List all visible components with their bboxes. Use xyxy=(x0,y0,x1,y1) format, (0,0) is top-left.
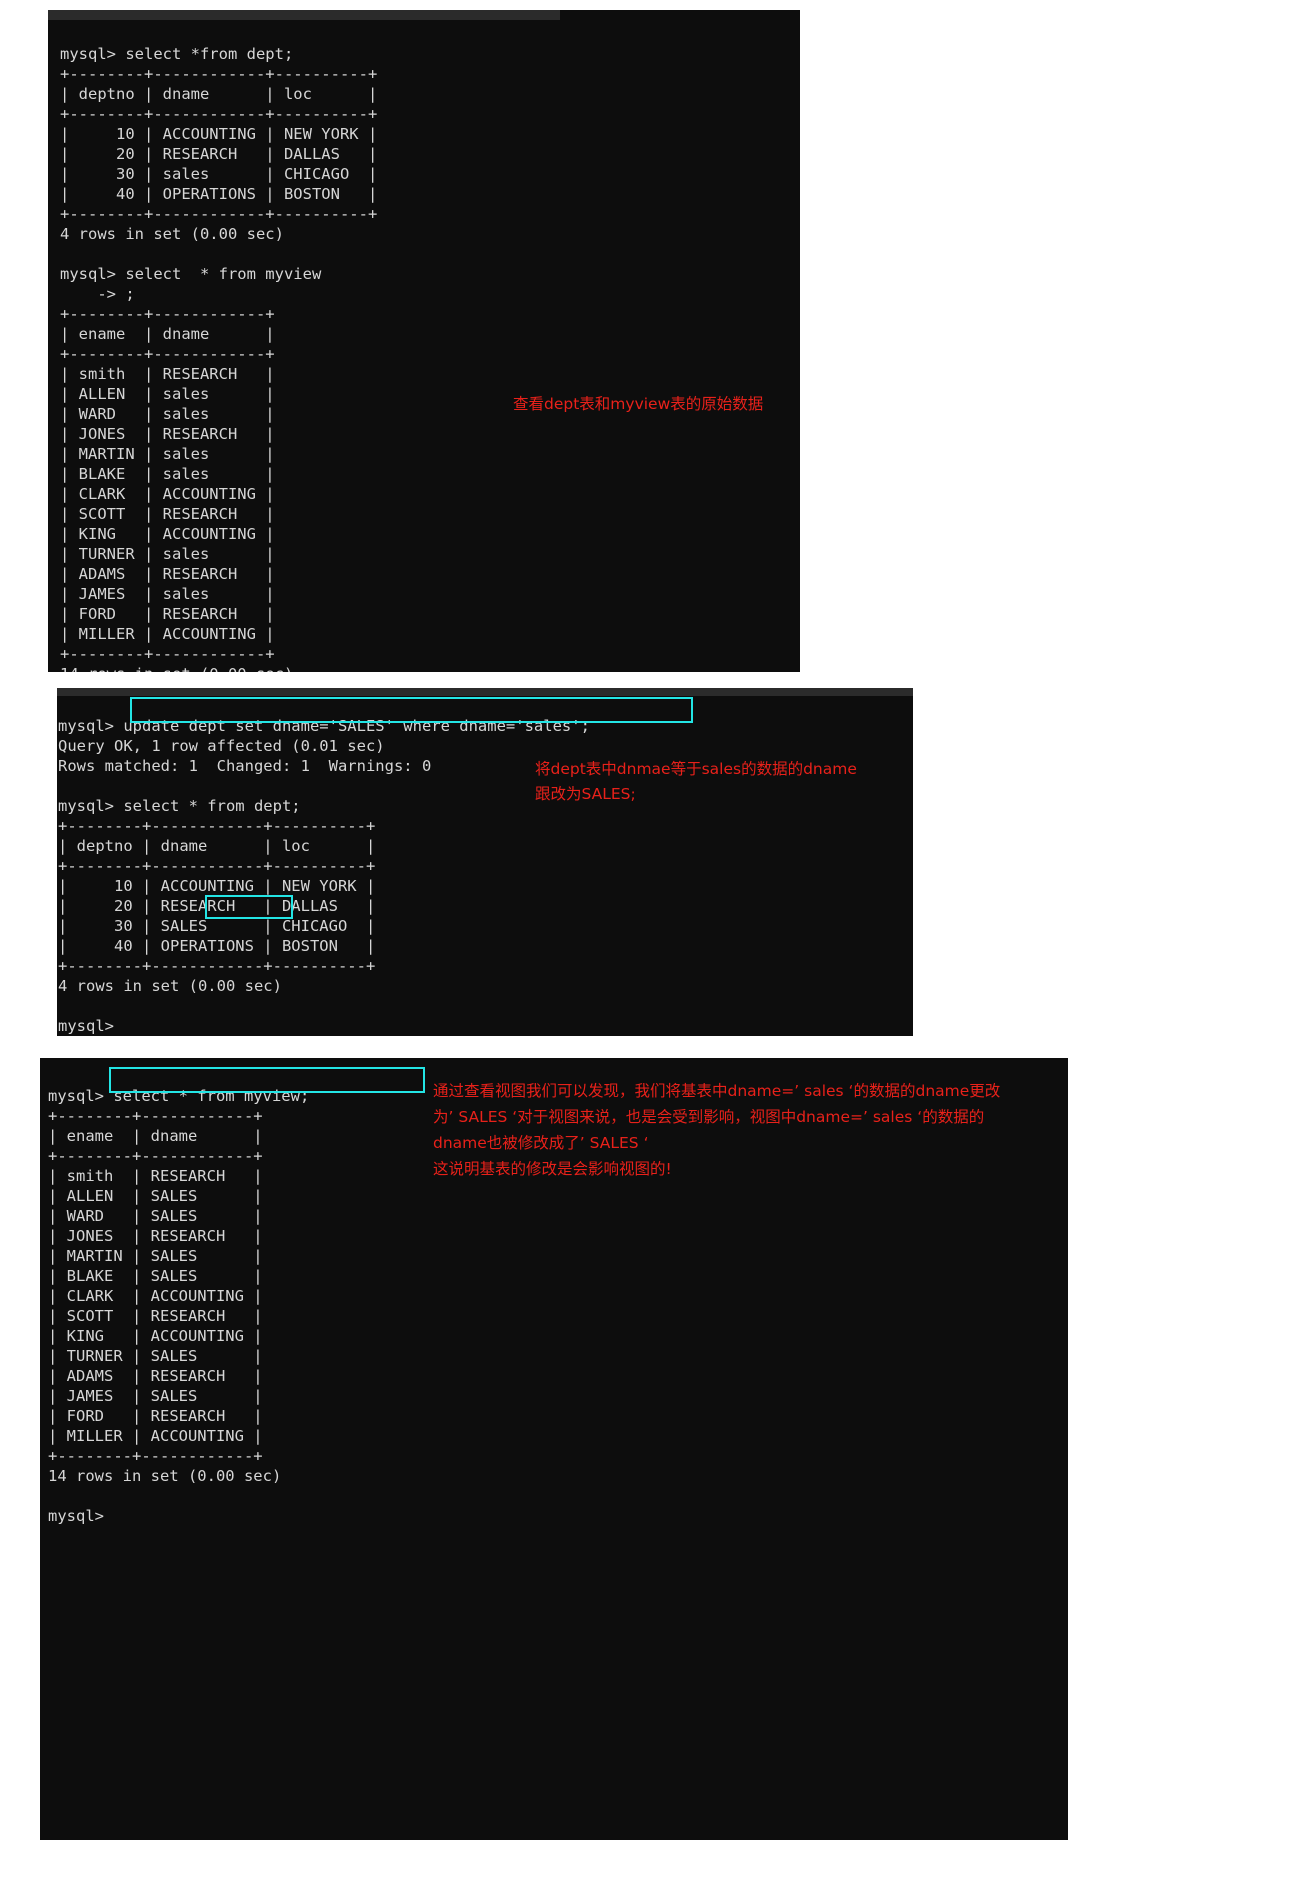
terminal-output-view-after-update: mysql> select * from myview; +--------+-… xyxy=(48,1086,310,1525)
terminal-output-original-data: mysql> select *from dept; +--------+----… xyxy=(60,44,378,673)
terminal-left-strip xyxy=(48,688,57,1036)
terminal-panel-update-dept: mysql> update dept set dname='SALES' whe… xyxy=(48,688,913,1036)
annotation-view-after-update: 通过查看视图我们可以发现，我们将基表中dname=’ sales ‘的数据的dn… xyxy=(433,1082,1001,1178)
annotation-original-data: 查看dept表和myview表的原始数据 xyxy=(513,395,764,413)
terminal-output-update-dept: mysql> update dept set dname='SALES' whe… xyxy=(58,716,590,1035)
terminal-panel-view-after-update: mysql> select * from myview; +--------+-… xyxy=(40,1058,1068,1840)
terminal-panel-original-data: mysql> select *from dept; +--------+----… xyxy=(48,10,800,672)
annotation-update-dept: 将dept表中dnmae等于sales的数据的dname 跟改为SALES; xyxy=(535,760,857,803)
terminal-titlebar xyxy=(48,10,560,20)
terminal-titlebar xyxy=(48,688,913,696)
